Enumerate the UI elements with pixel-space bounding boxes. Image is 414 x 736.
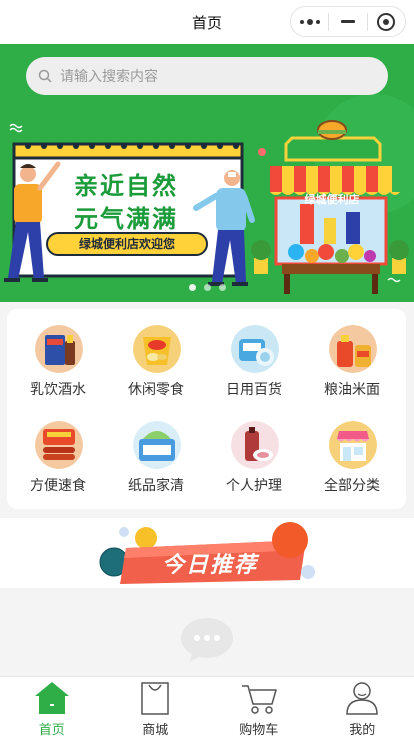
search-placeholder: 请输入搜索内容 [60, 69, 158, 85]
category-label: 粮油米面 [324, 382, 380, 398]
tab-label: 首页 [38, 723, 65, 736]
category-item[interactable]: 日用百货 [205, 317, 303, 409]
category-item[interactable]: 全部分类 [303, 413, 401, 505]
more-dots-icon [299, 18, 320, 25]
tab-cart[interactable]: 购物车 [207, 677, 311, 736]
shop-bag-icon [141, 682, 169, 715]
more-menu-button[interactable] [291, 7, 328, 36]
minimize-button[interactable] [329, 7, 366, 36]
category-label: 休闲零食 [128, 382, 184, 398]
home-icon [34, 682, 69, 714]
category-grid: 乳饮酒水 休闲零食 日用百货 粮油米面 方便速食 纸品家清 个人护理 全部分类 [7, 309, 406, 509]
cart-icon [241, 685, 277, 714]
search-bar[interactable]: 请输入搜索内容 [26, 57, 388, 95]
home-page: 首页 请输入搜索内容 亲近自然 元气满满 绿城便利店欢迎您 绿城便利店 乳饮酒水… [0, 0, 414, 736]
tab-label: 我的 [349, 723, 376, 736]
banner-headline-1: 亲近自然 [74, 172, 178, 200]
category-label: 日用百货 [226, 382, 282, 398]
carousel-indicator [0, 284, 414, 291]
daily-goods-icon [231, 325, 279, 373]
chat-bubble-loading-icon [181, 618, 233, 662]
recommend-section-header: 今日推荐 [0, 518, 414, 588]
minimize-icon [340, 20, 355, 23]
tab-shop[interactable]: 商城 [104, 677, 208, 736]
carousel-dot[interactable] [203, 284, 211, 291]
tab-label: 购物车 [239, 723, 279, 736]
all-categories-icon [329, 421, 377, 469]
banner-area: 请输入搜索内容 亲近自然 元气满满 绿城便利店欢迎您 绿城便利店 [0, 44, 414, 302]
recommend-title: 今日推荐 [161, 553, 258, 578]
instant-food-icon [35, 421, 83, 469]
user-icon [346, 682, 379, 715]
mini-program-capsule [290, 6, 406, 37]
grain-oil-icon [329, 325, 377, 373]
category-item[interactable]: 乳饮酒水 [9, 317, 107, 409]
store-sign: 绿城便利店 [304, 193, 360, 206]
category-item[interactable]: 休闲零食 [107, 317, 205, 409]
tab-label: 商城 [142, 723, 169, 736]
category-label: 个人护理 [226, 478, 282, 494]
close-program-button[interactable] [368, 7, 405, 36]
bottom-tab-bar: 首页 商城 购物车 我的 [0, 676, 414, 736]
drinks-icon [35, 325, 83, 373]
category-item[interactable]: 个人护理 [205, 413, 303, 505]
carousel-dot[interactable] [218, 284, 226, 291]
navigation-bar: 首页 [0, 0, 414, 44]
category-item[interactable]: 方便速食 [9, 413, 107, 505]
snacks-icon [133, 325, 181, 373]
category-label: 纸品家清 [128, 478, 184, 494]
category-label: 全部分类 [324, 478, 380, 494]
tab-home[interactable]: 首页 [0, 677, 104, 736]
category-label: 乳饮酒水 [30, 382, 86, 398]
paper-cleaning-icon [133, 421, 181, 469]
banner-headline-2: 元气满满 [74, 205, 178, 233]
tab-mine[interactable]: 我的 [311, 677, 414, 736]
target-circle-icon [377, 12, 396, 31]
carousel-dot[interactable] [188, 284, 196, 291]
personal-care-icon [231, 421, 279, 469]
banner-tagline: 绿城便利店欢迎您 [46, 232, 208, 256]
category-item[interactable]: 粮油米面 [303, 317, 401, 409]
category-label: 方便速食 [30, 478, 86, 494]
search-icon [38, 69, 52, 83]
category-item[interactable]: 纸品家清 [107, 413, 205, 505]
